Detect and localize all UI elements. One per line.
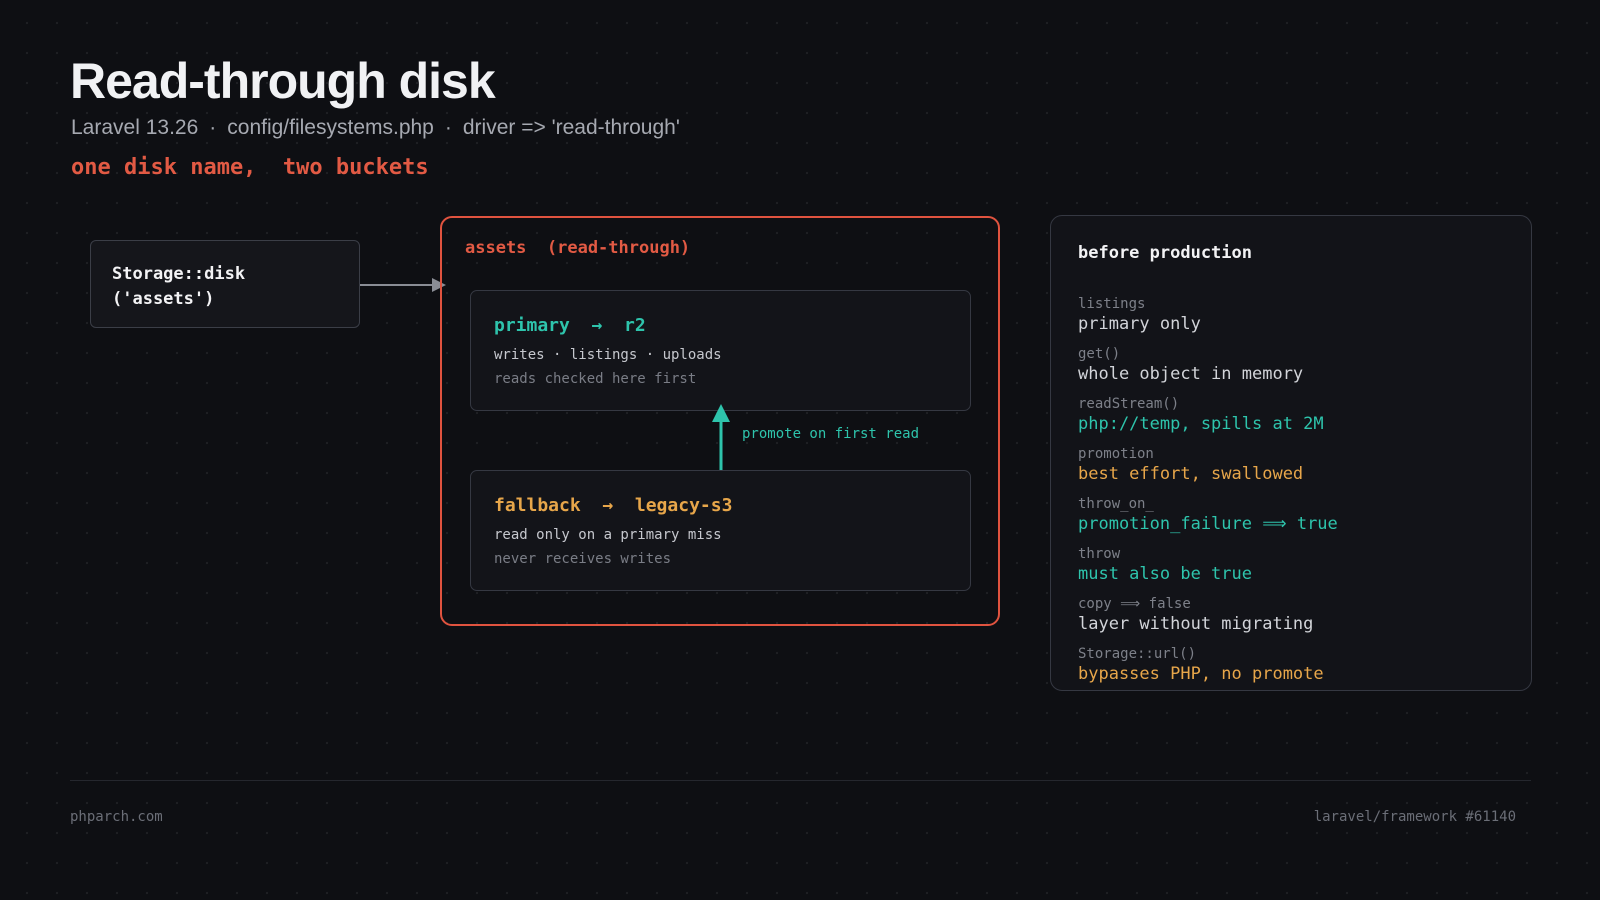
checklist-item: readStream() php://temp, spills at 2M (1078, 396, 1338, 446)
checklist-title: before production (1078, 243, 1252, 263)
tagline: one disk name, two buckets (71, 155, 429, 180)
checklist-item-key: readStream() (1078, 396, 1180, 412)
checklist-items: listings primary only get() whole object… (1078, 296, 1338, 696)
before-production-panel: before production listings primary only … (1050, 215, 1532, 691)
checklist-item-value: php://temp, spills at 2M (1078, 414, 1324, 434)
checklist-item-key: copy ⟹ false (1078, 596, 1191, 612)
footer-reference: laravel/framework #61140 (1313, 809, 1516, 825)
checklist-item-key: listings (1078, 296, 1146, 312)
primary-bucket: primary → r2 writes · listings · uploads… (470, 290, 971, 411)
page-title: Read-through disk (70, 53, 496, 109)
checklist-item-key: promotion (1078, 446, 1154, 462)
checklist-item-value: best effort, swallowed (1078, 464, 1304, 484)
footer-divider (70, 780, 1531, 781)
checklist-item: get() whole object in memory (1078, 346, 1338, 396)
fallback-bucket: fallback → legacy-s3 read only on a prim… (470, 470, 971, 591)
subtitle-driver: driver => 'read-through' (462, 116, 680, 139)
disk-label: assets (read-through) (465, 238, 691, 258)
subtitle: Laravel 13.26 · config/filesystems.php · dri… (71, 116, 680, 140)
checklist-item: throw must also be true (1078, 546, 1338, 596)
caller-line-1: Storage::disk (112, 264, 246, 284)
checklist-item-key: Storage::url() (1078, 646, 1197, 662)
checklist-item-value: must also be true (1078, 564, 1252, 584)
subtitle-version: Laravel 13.26 (71, 116, 199, 139)
checklist-item-key: get() (1078, 346, 1121, 362)
subtitle-separator: · (444, 116, 452, 139)
caller-node: Storage::disk ('assets') (90, 240, 360, 328)
footer-site: phparch.com (70, 809, 163, 825)
checklist-item-value: layer without migrating (1078, 614, 1314, 634)
subtitle-separator: · (209, 116, 217, 139)
primary-bucket-heading: primary → r2 (494, 315, 646, 336)
checklist-item-value: primary only (1078, 314, 1201, 334)
caller-to-disk-arrow (360, 278, 446, 292)
checklist-item: copy ⟹ false layer without migrating (1078, 596, 1338, 646)
promote-arrow (712, 404, 730, 472)
checklist-item-key: throw_on_ (1078, 496, 1154, 512)
checklist-item: promotion best effort, swallowed (1078, 446, 1338, 496)
fallback-bucket-heading: fallback → legacy-s3 (494, 495, 733, 516)
primary-bucket-description: writes · listings · uploads (494, 347, 722, 363)
fallback-bucket-description: read only on a primary miss (494, 527, 722, 543)
checklist-item: listings primary only (1078, 296, 1338, 346)
checklist-item-value: bypasses PHP, no promote (1078, 664, 1324, 684)
promote-label: promote on first read (742, 426, 920, 442)
checklist-item-value: promotion_failure ⟹ true (1078, 514, 1338, 534)
checklist-item: throw_on_ promotion_failure ⟹ true (1078, 496, 1338, 546)
checklist-item: Storage::url() bypasses PHP, no promote (1078, 646, 1338, 696)
checklist-item-key: throw (1078, 546, 1121, 562)
primary-bucket-note: reads checked here first (494, 371, 697, 387)
caller-line-2: ('assets') (112, 289, 215, 309)
fallback-bucket-note: never receives writes (494, 551, 672, 567)
checklist-item-value: whole object in memory (1078, 364, 1304, 384)
subtitle-config-file: config/filesystems.php (227, 116, 434, 139)
